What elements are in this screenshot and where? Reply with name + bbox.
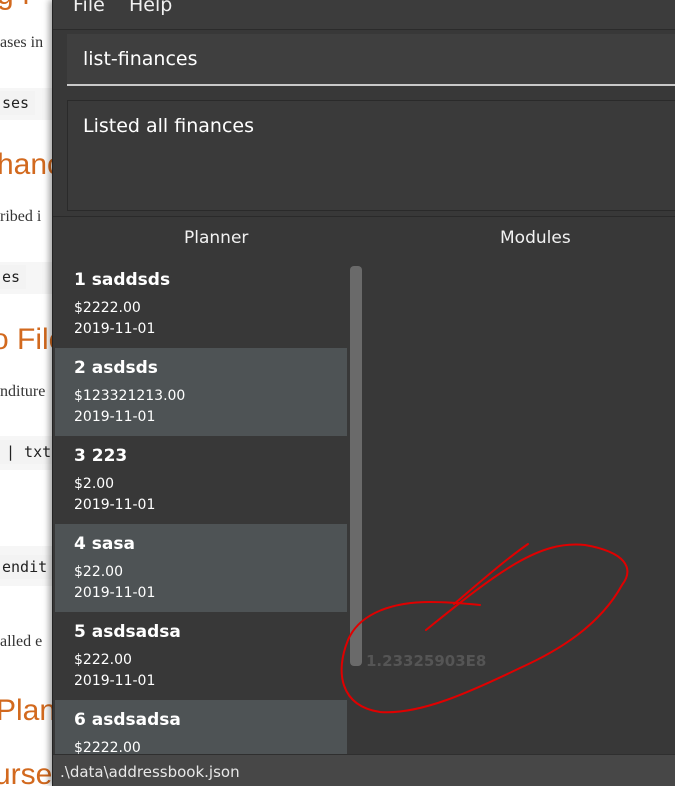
- command-box[interactable]: list-finances: [67, 34, 675, 86]
- background-document: g f ases in ses hanc ribed i es o File n…: [0, 0, 60, 786]
- menu-file[interactable]: File: [73, 0, 105, 16]
- overflow-value-text: 1.23325903E8: [366, 652, 487, 670]
- finance-list: 1 saddsds $2222.00 2019-11-01 2 asdsds $…: [55, 260, 347, 754]
- finance-title: 5 asdsadsa: [74, 622, 181, 642]
- doc-code-fragment: es: [0, 265, 27, 289]
- scrollbar-thumb[interactable]: [350, 266, 362, 666]
- doc-text-fragment: ribed i: [0, 208, 42, 225]
- list-scrollbar[interactable]: [349, 260, 367, 754]
- finance-title: 1 saddsds: [74, 270, 171, 290]
- tab-planner[interactable]: Planner: [184, 228, 248, 248]
- finance-date: 2019-11-01: [74, 673, 156, 689]
- doc-heading-fragment: urse: [0, 758, 53, 786]
- doc-code-fragment: | txt: [0, 440, 58, 464]
- doc-heading-fragment: Plan: [0, 694, 57, 727]
- doc-text-fragment: nditure: [0, 383, 46, 400]
- finance-title: 6 asdsadsa: [74, 710, 181, 730]
- finance-amount: $222.00: [74, 652, 132, 668]
- menu-help[interactable]: Help: [129, 0, 172, 16]
- finance-date: 2019-11-01: [74, 321, 156, 337]
- finance-date: 2019-11-01: [74, 497, 156, 513]
- status-bar: .\data\addressbook.json: [53, 754, 675, 786]
- storage-path: .\data\addressbook.json: [60, 763, 240, 781]
- finance-amount: $2222.00: [74, 300, 141, 316]
- finance-title: 4 sasa: [74, 534, 135, 554]
- finance-card[interactable]: 4 sasa $22.00 2019-11-01: [55, 524, 347, 612]
- finance-title: 3 223: [74, 446, 128, 466]
- finance-title: 2 asdsds: [74, 358, 158, 378]
- finance-card[interactable]: 1 saddsds $2222.00 2019-11-01: [55, 260, 347, 348]
- finance-amount: $123321213.00: [74, 388, 186, 404]
- menu-bar: File Help: [53, 0, 675, 30]
- finance-card[interactable]: 3 223 $2.00 2019-11-01: [55, 436, 347, 524]
- finance-card[interactable]: 6 asdsadsa $2222.00: [55, 700, 347, 754]
- finance-amount: $22.00: [74, 564, 123, 580]
- finance-card[interactable]: 2 asdsds $123321213.00 2019-11-01: [55, 348, 347, 436]
- doc-heading-fragment: g f: [0, 0, 30, 12]
- pane-divider: [53, 216, 675, 217]
- doc-code-fragment: endit: [0, 555, 54, 579]
- result-display: Listed all finances: [67, 100, 675, 211]
- finance-card[interactable]: 5 asdsadsa $222.00 2019-11-01: [55, 612, 347, 700]
- finance-date: 2019-11-01: [74, 409, 156, 425]
- result-message: Listed all finances: [83, 115, 254, 137]
- finance-date: 2019-11-01: [74, 585, 156, 601]
- tab-modules[interactable]: Modules: [500, 228, 571, 248]
- app-window: File Help list-finances Listed all finan…: [52, 0, 675, 786]
- finance-amount: $2222.00: [74, 740, 141, 754]
- doc-code-fragment: ses: [0, 91, 36, 115]
- doc-heading-fragment: hanc: [0, 148, 60, 181]
- doc-text-fragment: alled e: [0, 633, 43, 650]
- finance-amount: $2.00: [74, 476, 115, 492]
- doc-heading-fragment: o File: [0, 323, 60, 356]
- doc-text-fragment: ases in: [0, 34, 44, 51]
- command-input[interactable]: list-finances: [83, 48, 643, 70]
